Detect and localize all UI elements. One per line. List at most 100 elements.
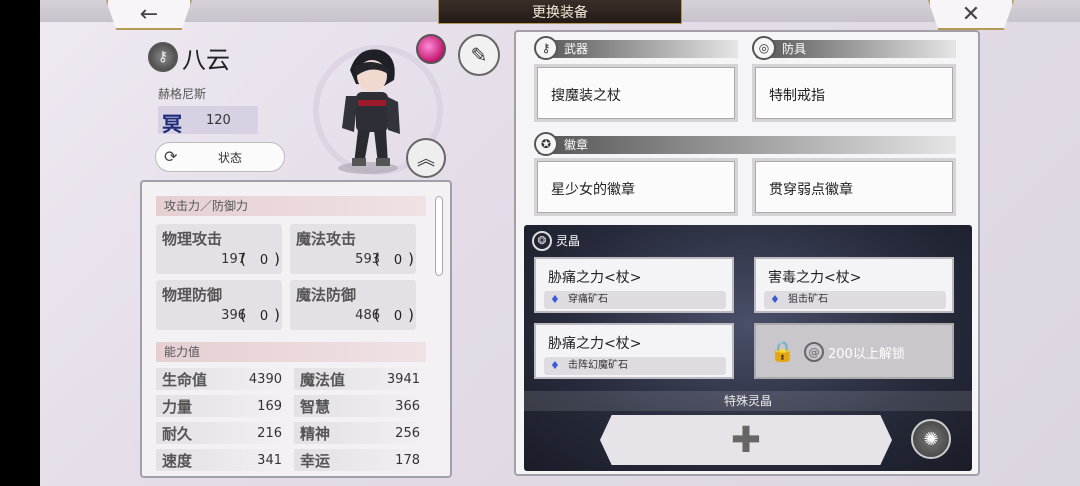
ability-label: 生命值 [162, 371, 208, 389]
ability-label: 耐久 [162, 425, 193, 443]
badge-header-label: 徽章 [564, 138, 589, 152]
ability-row-luck: 幸运 178 [294, 449, 424, 471]
ore-label: 击阵幻魔矿石 [568, 360, 628, 371]
weapon-icon: ⚷ [534, 36, 558, 60]
lock-icon: 🔒 [770, 339, 795, 363]
ability-value: 366 [395, 399, 420, 414]
armor-header: ◎ 防具 [752, 36, 956, 60]
ability-header: 能力值 [156, 342, 426, 362]
crystal-slot-2[interactable]: 害毒之力<杖> ♦ 狙击矿石 [754, 257, 954, 313]
ore-icon: ♦ [550, 293, 560, 306]
page-title: 更换装备 [438, 0, 682, 24]
ability-label: 力量 [162, 398, 193, 416]
stats-scrollbar[interactable] [435, 196, 443, 276]
swirl-icon: @ [804, 342, 824, 362]
ability-row-spirit: 精神 256 [294, 422, 424, 444]
add-special-crystal-button[interactable]: ✚ [600, 415, 892, 465]
weapon-header-label: 武器 [564, 42, 589, 56]
ability-row-wisdom: 智慧 366 [294, 395, 424, 417]
crystal-slot-locked[interactable]: 🔒 @ 200以上解锁 [754, 323, 954, 379]
close-icon: ✕ [961, 1, 981, 27]
character-name: 八云 [182, 46, 230, 74]
stat-card-magic-attack: 魔法攻击 593 (0) [290, 224, 416, 274]
crystal-ore: ♦ 狙击矿石 [764, 291, 946, 309]
crystal-slot-1[interactable]: 胁痛之力<杖> ♦ 穿痛矿石 [534, 257, 734, 313]
level-value: 120 [206, 113, 231, 128]
stat-card-magic-defense: 魔法防御 486 (0) [290, 280, 416, 330]
memo-feather-icon[interactable]: ✎ [458, 34, 500, 76]
chevron-up-icon: ︽ [417, 149, 435, 170]
ability-label: 幸运 [300, 452, 331, 470]
ability-value: 4390 [248, 372, 282, 387]
unlock-requirement: 200以上解锁 [828, 347, 905, 362]
status-label: 状态 [218, 150, 243, 165]
stat-bonus: (0) [374, 306, 414, 324]
special-crystal-header: 特殊灵晶 [524, 391, 972, 411]
badge-icon: ✪ [534, 132, 558, 156]
stat-label: 魔法防御 [296, 286, 357, 304]
status-button[interactable]: ⟳ 状态 [155, 142, 285, 172]
ability-row-strength: 力量 169 [156, 395, 286, 417]
ability-value: 256 [395, 426, 420, 441]
staff-class-icon: ⚷ [148, 42, 178, 72]
equipment-panel: ⚷ 武器 ◎ 防具 搜魔装之杖 特制戒指 ✪ 徽章 星少女的徽章 贯穿弱点徽章 … [514, 30, 980, 476]
ore-label: 穿痛矿石 [568, 294, 608, 305]
stat-card-physical-attack: 物理攻击 197 (0) [156, 224, 282, 274]
screen: ← 更换装备 ✕ ⚷ 八云 赫格尼斯 冥 120 ⟳ 状态 ✎ ︽ 攻击力／防御… [0, 0, 1080, 486]
crystal-name: 胁痛之力<杖> [548, 336, 642, 352]
badge-header: ✪ 徽章 [534, 132, 956, 156]
crystal-name: 害毒之力<杖> [768, 270, 862, 286]
equipment-screen: ← 更换装备 ✕ ⚷ 八云 赫格尼斯 冥 120 ⟳ 状态 ✎ ︽ 攻击力／防御… [40, 0, 1080, 486]
stat-bonus: (0) [374, 250, 414, 268]
ability-value: 169 [257, 399, 282, 414]
ability-label: 智慧 [300, 398, 331, 416]
ability-row-endurance: 耐久 216 [156, 422, 286, 444]
weapon-slot[interactable]: 搜魔装之杖 [534, 64, 738, 122]
ability-value: 216 [257, 426, 282, 441]
ability-label: 魔法值 [300, 371, 346, 389]
ability-value: 3941 [386, 372, 420, 387]
back-arrow-icon: ← [139, 1, 159, 27]
expand-up-button[interactable]: ︽ [406, 138, 446, 178]
close-button[interactable]: ✕ [928, 0, 1014, 30]
ore-icon: ♦ [770, 293, 780, 306]
crystal-slot-3[interactable]: 胁痛之力<杖> ♦ 击阵幻魔矿石 [534, 323, 734, 379]
gem-icon[interactable] [416, 34, 446, 64]
crystal-area: ❂ 灵晶 胁痛之力<杖> ♦ 穿痛矿石 害毒之力<杖> ♦ 狙击矿石 胁痛之力<杖>… [524, 225, 972, 471]
attack-defense-header: 攻击力／防御力 [156, 196, 426, 216]
character-title: 赫格尼斯 [158, 87, 207, 101]
crystal-name: 胁痛之力<杖> [548, 270, 642, 286]
weapon-header: ⚷ 武器 [534, 36, 738, 60]
stat-bonus: (0) [240, 250, 280, 268]
crystal-header: ❂ 灵晶 [532, 231, 580, 251]
stat-label: 魔法攻击 [296, 230, 357, 248]
refresh-icon: ⟳ [164, 147, 178, 166]
stats-panel: 攻击力／防御力 物理攻击 197 (0) 魔法攻击 593 (0) 物理防御 3… [140, 180, 452, 478]
crystal-ore: ♦ 击阵幻魔矿石 [544, 357, 726, 375]
ability-row-mp: 魔法值 3941 [294, 368, 424, 390]
plus-icon: ✚ [730, 419, 762, 461]
stat-label: 物理攻击 [162, 230, 223, 248]
ability-label: 精神 [300, 425, 331, 443]
level-rank-icon: 冥 [162, 112, 182, 136]
ore-icon: ♦ [550, 359, 560, 372]
badge-slot-1[interactable]: 星少女的徽章 [534, 158, 738, 216]
armor-slot[interactable]: 特制戒指 [752, 64, 956, 122]
badge-slot-2[interactable]: 贯穿弱点徽章 [752, 158, 956, 216]
stat-card-physical-defense: 物理防御 396 (0) [156, 280, 282, 330]
back-button[interactable]: ← [106, 0, 192, 30]
armor-header-label: 防具 [782, 42, 807, 56]
ability-row-speed: 速度 341 [156, 449, 286, 471]
ability-value: 178 [395, 453, 420, 468]
crystal-icon: ❂ [532, 231, 552, 251]
stat-label: 物理防御 [162, 286, 223, 304]
crystal-header-label: 灵晶 [556, 234, 581, 248]
ring-icon: ◎ [752, 36, 776, 60]
ore-label: 狙击矿石 [788, 294, 828, 305]
ability-row-hp: 生命值 4390 [156, 368, 286, 390]
crystal-settings-button[interactable]: ✺ [911, 419, 951, 459]
crystal-ore: ♦ 穿痛矿石 [544, 291, 726, 309]
ability-label: 速度 [162, 452, 193, 470]
ability-value: 341 [257, 453, 282, 468]
stat-bonus: (0) [240, 306, 280, 324]
